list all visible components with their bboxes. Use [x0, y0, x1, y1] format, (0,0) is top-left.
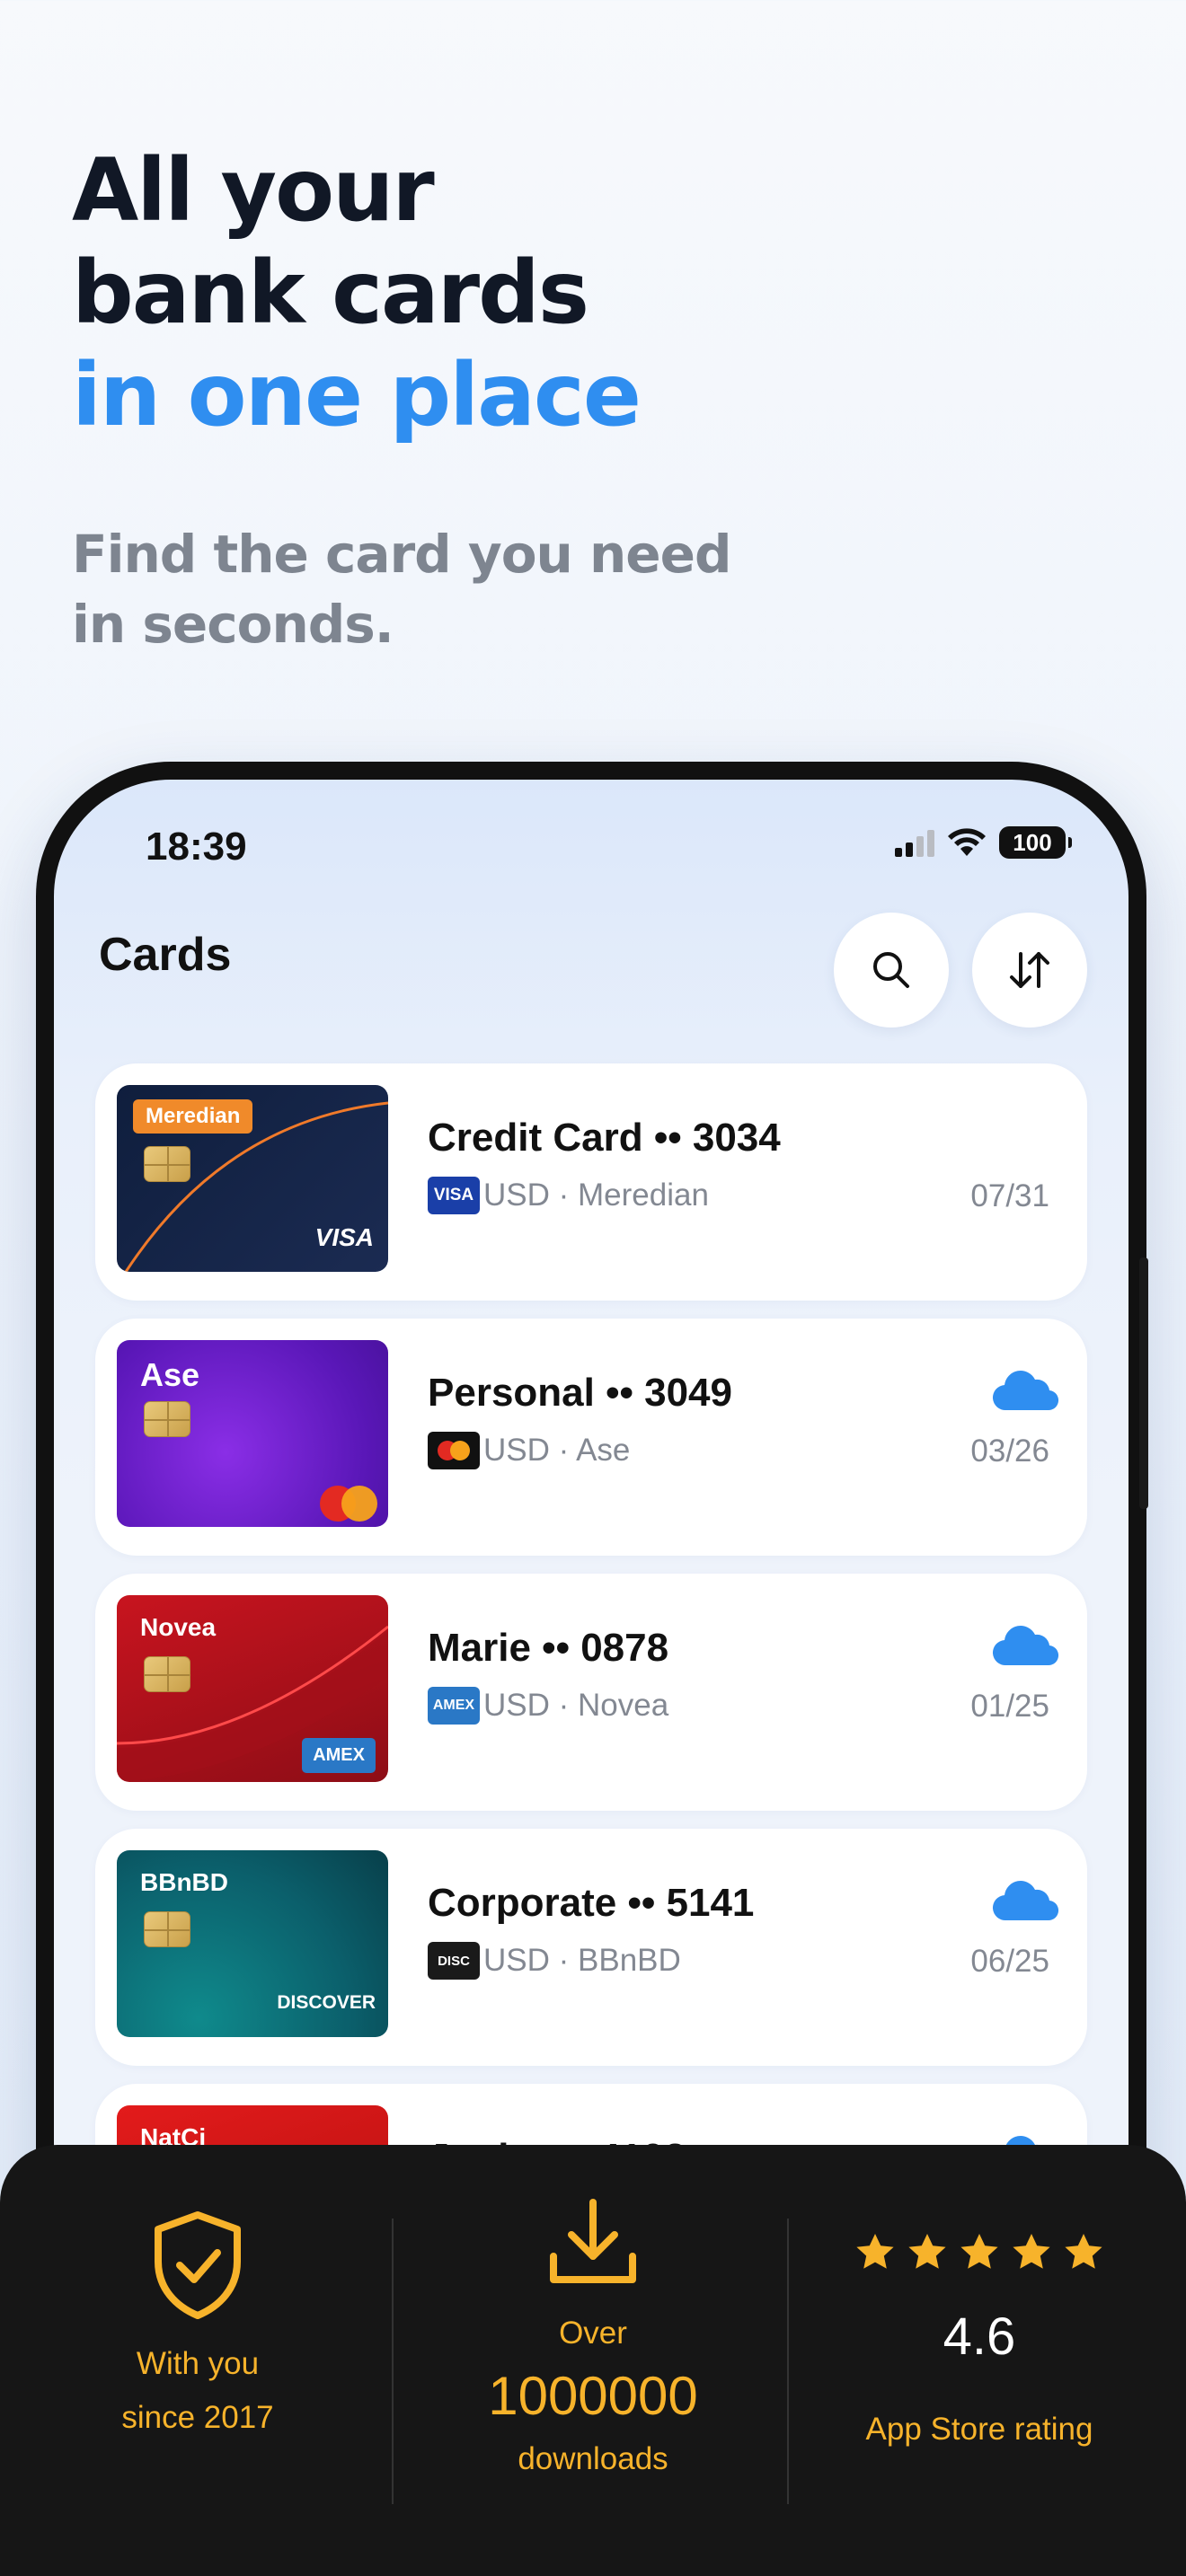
stat-downloads-prefix: Over: [559, 2316, 627, 2351]
card-bank-label: BBnBD: [140, 1868, 228, 1896]
hero-title-highlight: in one place: [72, 345, 642, 446]
stat-downloads: Over 1000000 downloads: [431, 2193, 755, 2486]
star-icon: [908, 2234, 946, 2269]
star-icon: [1013, 2234, 1050, 2269]
hero-title: All your bank cards in one place: [72, 139, 642, 446]
stats-divider: [392, 2219, 394, 2504]
card-image: BBnBD DISCOVER: [117, 1850, 388, 2037]
card-title: Credit Card •• 3034: [428, 1116, 781, 1160]
stats-panel: With you since 2017 Over 1000000 downloa…: [0, 2145, 1186, 2576]
amex-icon: AMEX: [428, 1687, 480, 1725]
star-icon: [960, 2234, 998, 2269]
cellular-signal-icon: [895, 828, 934, 857]
stat-rating-value: 4.6: [943, 2307, 1016, 2366]
card-row[interactable]: Novea AMEX Marie •• 0878 AMEX USD · Nove…: [95, 1574, 1087, 1811]
card-expiry: 06/25: [970, 1944, 1049, 1979]
card-image: Ase: [117, 1340, 388, 1527]
hero-subtitle-line-2: in seconds.: [72, 594, 394, 655]
hero-title-line-2: bank cards: [72, 243, 589, 343]
card-subtitle-row: AMEX USD · Novea: [428, 1687, 668, 1725]
stat-downloads-suffix: downloads: [518, 2441, 668, 2476]
card-image: Novea AMEX: [117, 1595, 388, 1782]
card-title: Marie •• 0878: [428, 1626, 669, 1670]
card-network-label: DISCOVER: [277, 1992, 376, 2013]
search-button[interactable]: [834, 913, 949, 1028]
card-title: Personal •• 3049: [428, 1371, 733, 1415]
star-icon: [856, 2234, 894, 2269]
shield-check-icon: [155, 2211, 241, 2319]
phone-side-button: [1139, 1257, 1148, 1509]
card-subtitle: USD · BBnBD: [483, 1943, 681, 1978]
card-subtitle-row: VISA USD · Meredian: [428, 1177, 709, 1214]
stats-divider: [787, 2219, 789, 2504]
card-title: Corporate •• 5141: [428, 1881, 755, 1925]
discover-icon: DISC: [428, 1942, 480, 1980]
rating-stars: [827, 2231, 1132, 2274]
status-time: 18:39: [146, 825, 247, 869]
screen-title: Cards: [99, 929, 232, 981]
stat-rating: 4.6 App Store rating: [827, 2231, 1132, 2457]
card-subtitle: USD · Novea: [483, 1688, 669, 1723]
stat-since: With you since 2017: [54, 2210, 341, 2445]
stat-downloads-value: 1000000: [488, 2366, 698, 2426]
card-bank-label: Ase: [140, 1356, 200, 1393]
star-icon: [1065, 2234, 1102, 2269]
sort-icon: [1010, 952, 1049, 988]
card-subtitle: USD · Ase: [483, 1433, 631, 1468]
card-expiry: 03/26: [970, 1434, 1049, 1469]
cloud-icon: [992, 1371, 1059, 1411]
wifi-icon: [948, 828, 986, 856]
card-network-label: AMEX: [302, 1738, 376, 1773]
search-icon: [873, 952, 909, 988]
mastercard-icon: [428, 1432, 480, 1469]
card-bank-label: Novea: [140, 1613, 217, 1641]
cloud-icon: [992, 1626, 1059, 1666]
card-bank-tag: Meredian: [133, 1099, 253, 1134]
visa-icon: VISA: [428, 1177, 480, 1214]
cloud-icon: [992, 1881, 1059, 1921]
card-row[interactable]: Meredian VISA Credit Card •• 3034 VISA U…: [95, 1063, 1087, 1301]
card-subtitle: USD · Meredian: [483, 1178, 709, 1213]
mastercard-logo-icon: [320, 1486, 377, 1522]
download-icon: [550, 2199, 636, 2283]
sort-button[interactable]: [972, 913, 1087, 1028]
card-chip: [144, 1656, 190, 1692]
hero-subtitle-line-1: Find the card you need: [72, 524, 732, 585]
hero-subtitle: Find the card you need in seconds.: [72, 519, 732, 659]
card-chip: [144, 1911, 190, 1947]
card-network-label: VISA: [314, 1223, 374, 1251]
card-image: Meredian VISA: [117, 1085, 388, 1272]
card-subtitle-row: USD · Ase: [428, 1432, 630, 1469]
card-subtitle-row: DISC USD · BBnBD: [428, 1942, 681, 1980]
card-expiry: 01/25: [970, 1689, 1049, 1724]
card-expiry: 07/31: [970, 1178, 1049, 1213]
hero-title-line-1: All your: [72, 140, 435, 241]
card-row[interactable]: Ase Personal •• 3049 USD · Ase 03/26: [95, 1319, 1087, 1556]
card-chip: [144, 1146, 190, 1182]
battery-indicator: 100: [999, 826, 1072, 859]
status-icons: 100: [895, 826, 1072, 859]
stat-since-line-1: With you: [136, 2346, 260, 2381]
card-chip: [144, 1401, 190, 1437]
stat-since-line-2: since 2017: [121, 2400, 274, 2435]
card-row[interactable]: BBnBD DISCOVER Corporate •• 5141 DISC US…: [95, 1829, 1087, 2066]
stat-rating-label: App Store rating: [865, 2412, 1093, 2447]
